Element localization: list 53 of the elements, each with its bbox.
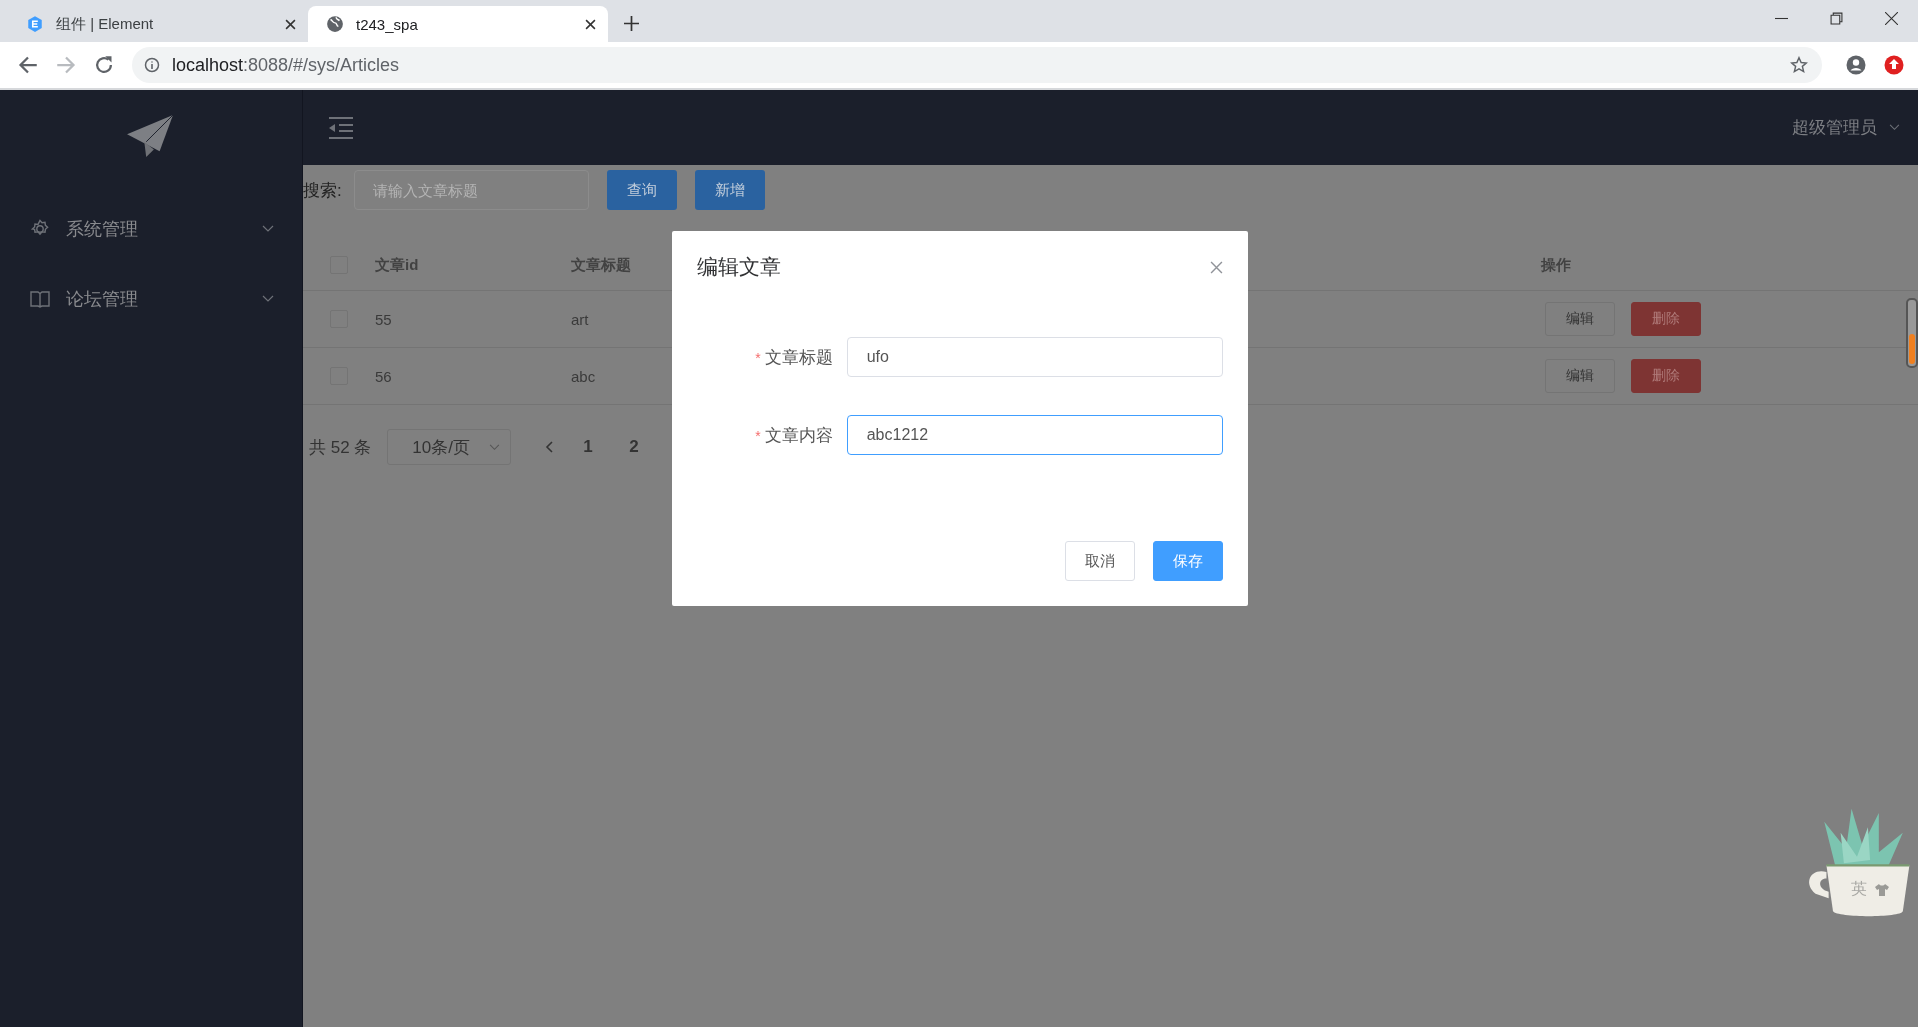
page-size-select[interactable]: 10条/页: [387, 429, 512, 465]
search-label: 搜索:: [303, 179, 342, 202]
profile-icon[interactable]: [1846, 55, 1866, 75]
user-menu[interactable]: 超级管理员: [1792, 116, 1900, 139]
total-count: 共 52 条: [309, 436, 372, 459]
globe-icon: [326, 15, 344, 33]
star-icon[interactable]: [1790, 56, 1808, 74]
required-mark: *: [755, 349, 761, 366]
scrollbar[interactable]: [1906, 298, 1918, 368]
field-label: 文章标题: [764, 347, 833, 367]
paper-plane-icon: [127, 115, 175, 159]
close-icon[interactable]: [285, 18, 296, 30]
menu-item[interactable]: 系统管理: [0, 194, 302, 264]
save-button[interactable]: 保存: [1153, 541, 1223, 581]
cancel-button[interactable]: 取消: [1065, 541, 1135, 581]
close-icon[interactable]: [1885, 12, 1898, 25]
page-number[interactable]: 2: [629, 437, 676, 457]
chevron-icon[interactable]: [1889, 124, 1900, 131]
table-cell-text: art: [571, 310, 590, 328]
query-button[interactable]: 查询: [606, 170, 677, 210]
menu-fold-icon[interactable]: [329, 116, 353, 139]
url-text: localhost:8088/#/sys/Articles: [172, 54, 401, 76]
text-field[interactable]: ufo: [846, 337, 1223, 377]
column-header: 操作: [1541, 255, 1571, 275]
table-cell-text: abc: [571, 367, 597, 385]
upload-icon[interactable]: [1884, 55, 1904, 75]
close-icon[interactable]: [585, 18, 596, 30]
edit-button[interactable]: 编辑: [1545, 359, 1615, 393]
edit-button[interactable]: 编辑: [1545, 302, 1615, 336]
required-mark: *: [755, 427, 761, 444]
browser-tab[interactable]: 组件 | Element: [8, 6, 308, 42]
field-label: 文章内容: [764, 425, 833, 445]
previous-page-icon[interactable]: [545, 441, 554, 453]
menu-item[interactable]: 论坛管理: [0, 264, 302, 334]
hexagon-logo-icon: [26, 15, 44, 33]
table-cell-text: 56: [375, 367, 393, 385]
new-tab-icon[interactable]: [624, 16, 639, 31]
delete-button[interactable]: 删除: [1631, 359, 1701, 393]
table-cell-text: 55: [375, 310, 393, 328]
book-icon: [30, 289, 50, 309]
reload-icon[interactable]: [94, 55, 114, 75]
page-number[interactable]: 1: [583, 437, 630, 457]
add-button[interactable]: 新增: [694, 170, 765, 210]
browser-tab[interactable]: t243_spa: [308, 6, 608, 42]
column-header: 文章标题: [571, 255, 631, 273]
address-bar[interactable]: localhost:8088/#/sys/Articles: [132, 47, 1822, 83]
column-header: 文章id: [375, 255, 420, 275]
back-icon[interactable]: [18, 55, 38, 75]
dialog-title: 编辑文章: [697, 254, 781, 280]
text-field[interactable]: abc1212: [846, 415, 1223, 455]
info-icon[interactable]: [144, 57, 160, 73]
delete-button[interactable]: 删除: [1631, 302, 1701, 336]
restore-icon[interactable]: [1830, 12, 1843, 25]
